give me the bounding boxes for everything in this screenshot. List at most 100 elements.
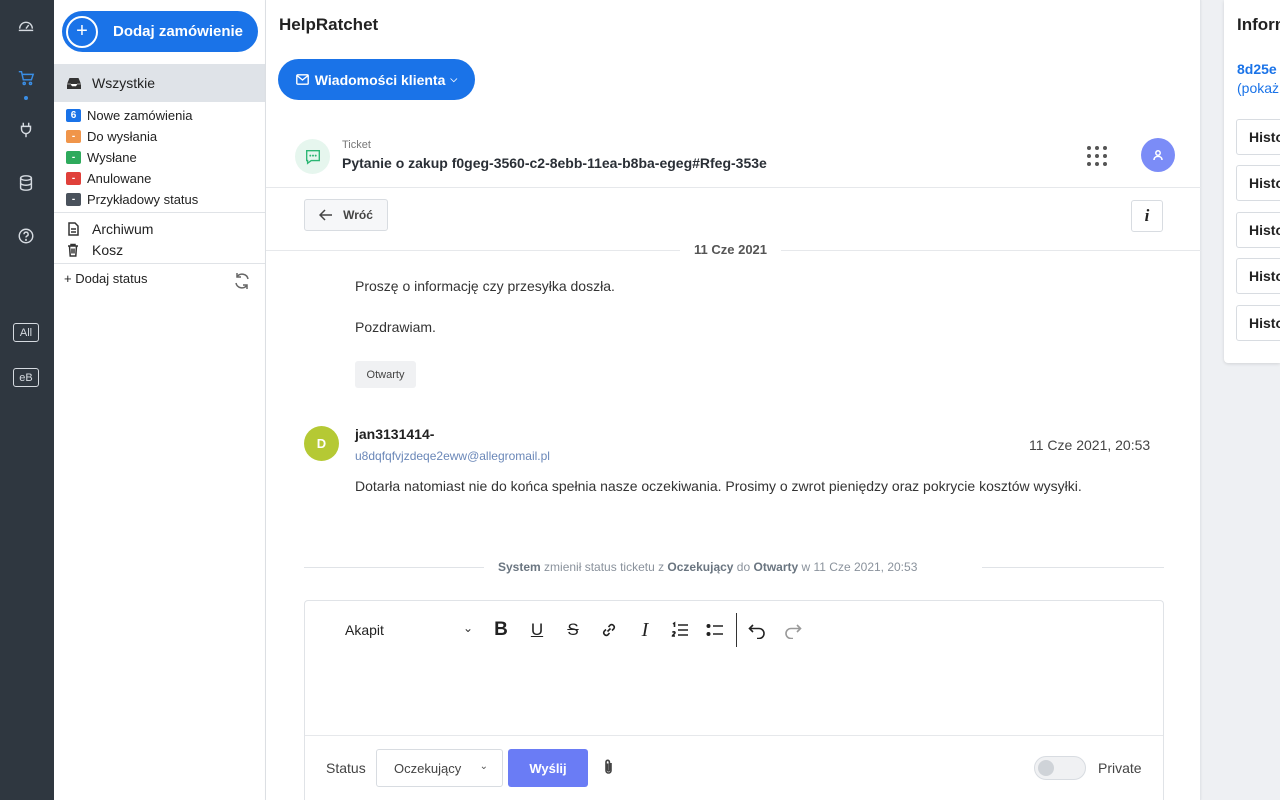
- bullet-list-icon: [706, 623, 723, 637]
- bold-button[interactable]: B: [490, 619, 512, 641]
- editor-toolbar: Akapit ⌄ B U S I: [305, 601, 1163, 661]
- message-text: Dotarła natomiast nie do końca spełnia n…: [355, 478, 1082, 494]
- app-rail: All eB: [0, 0, 54, 800]
- history-button[interactable]: Histo: [1236, 212, 1280, 248]
- sidebar-item-trash[interactable]: Kosz: [66, 239, 153, 260]
- add-status-link[interactable]: + Dodaj status: [64, 271, 147, 286]
- marketplace-eb-tag[interactable]: eB: [13, 368, 39, 387]
- status-badge: -: [66, 151, 81, 164]
- italic-button[interactable]: I: [634, 619, 656, 641]
- status-item-to-ship[interactable]: - Do wysłania: [66, 126, 198, 147]
- history-button[interactable]: Histo: [1236, 165, 1280, 201]
- date-divider: 11 Cze 2021: [680, 242, 782, 257]
- block-format-select[interactable]: Akapit ⌄: [345, 621, 473, 638]
- refresh-icon[interactable]: [232, 271, 252, 291]
- info-panel: Informacje 8d25e (pokaż Histo Histo Hist…: [1224, 0, 1280, 363]
- underline-button[interactable]: U: [526, 619, 548, 641]
- sidebar-item-archive[interactable]: Archiwum: [66, 218, 153, 239]
- status-tag: Otwarty: [355, 361, 416, 388]
- divider: [54, 212, 265, 213]
- archive-label: Archiwum: [92, 220, 154, 237]
- history-button[interactable]: Histo: [1236, 258, 1280, 294]
- status-badge: -: [66, 130, 81, 143]
- chevron-down-icon: ⌄: [462, 621, 473, 635]
- show-link[interactable]: (pokaż: [1237, 80, 1279, 96]
- database-icon[interactable]: [15, 172, 37, 194]
- chevron-down-icon: ⌄: [479, 761, 488, 772]
- status-select-value: Oczekujący: [394, 760, 462, 776]
- reply-editor: Akapit ⌄ B U S I Status Oczekujący ⌄ Wyś…: [304, 600, 1164, 800]
- link-icon: [602, 623, 616, 637]
- send-button[interactable]: Wyślij: [508, 749, 588, 787]
- ticket-panel: HelpRatchet Wiadomości klienta ⌵ Ticket …: [266, 0, 1201, 800]
- divider: [54, 263, 265, 264]
- back-button[interactable]: Wróć: [304, 199, 388, 231]
- message-timestamp: 11 Cze 2021, 20:53: [1029, 437, 1151, 453]
- active-indicator: [24, 96, 28, 100]
- archive-list: Archiwum Kosz: [66, 218, 153, 260]
- status-label: Wysłane: [87, 150, 137, 165]
- help-icon[interactable]: [15, 225, 37, 247]
- history-button[interactable]: Histo: [1236, 119, 1280, 155]
- redo-icon: [785, 624, 802, 639]
- ordered-list-icon: [671, 621, 688, 637]
- order-id-link[interactable]: 8d25e: [1237, 61, 1277, 77]
- status-item-example[interactable]: - Przykładowy status: [66, 189, 198, 210]
- page-title: HelpRatchet: [279, 15, 379, 34]
- message-text: Pozdrawiam.: [355, 319, 436, 335]
- dashboard-icon[interactable]: [15, 14, 37, 36]
- status-item-new[interactable]: 6 Nowe zamówienia: [66, 105, 198, 126]
- trash-icon: [68, 243, 78, 257]
- divider: [305, 735, 1163, 736]
- sender-email[interactable]: u8dqfqfvjzdeqe2eww@allegromail.pl: [355, 449, 550, 463]
- arrow-left-icon: [319, 209, 333, 221]
- redo-button[interactable]: [782, 619, 804, 641]
- status-label: Nowe zamówienia: [87, 108, 193, 123]
- sender-avatar: D: [304, 426, 339, 461]
- status-select[interactable]: Oczekujący ⌄: [376, 749, 503, 787]
- assignee-avatar[interactable]: [1141, 138, 1175, 172]
- sidebar-item-all[interactable]: Wszystkie: [54, 64, 265, 102]
- apps-grid-icon[interactable]: [1087, 146, 1107, 166]
- chevron-down-icon: ⌵: [450, 74, 458, 84]
- message-text: Proszę o informację czy przesyłka doszła…: [355, 278, 615, 294]
- status-badge: 6: [66, 109, 81, 122]
- block-format-value: Akapit: [345, 622, 384, 638]
- ticket-label: Ticket: [342, 139, 371, 151]
- history-button[interactable]: Histo: [1236, 305, 1280, 341]
- back-label: Wróć: [343, 208, 373, 222]
- link-button[interactable]: [598, 619, 620, 641]
- status-list: 6 Nowe zamówienia - Do wysłania - Wysłan…: [66, 105, 198, 210]
- toolbar-divider: [736, 613, 737, 647]
- marketplace-all-tag[interactable]: All: [13, 323, 39, 342]
- ticket-title: Pytanie o zakup f0geg-3560-c2-8ebb-11ea-…: [342, 155, 767, 171]
- attachment-icon[interactable]: [601, 758, 619, 776]
- divider: [266, 187, 1201, 188]
- private-toggle[interactable]: [1034, 756, 1086, 780]
- customer-messages-label: Wiadomości klienta: [314, 71, 446, 88]
- undo-icon: [748, 624, 765, 639]
- orders-sidebar: + Dodaj zamówienie Wszystkie 6 Nowe zamó…: [54, 0, 266, 800]
- system-divider-line: [982, 567, 1164, 568]
- add-order-label: Dodaj zamówienie: [113, 23, 244, 40]
- info-panel-title: Informacje: [1237, 15, 1280, 34]
- ordered-list-button[interactable]: [669, 619, 691, 641]
- document-icon: [68, 221, 79, 236]
- cart-icon[interactable]: [15, 67, 37, 89]
- status-item-shipped[interactable]: - Wysłane: [66, 147, 198, 168]
- private-label: Private: [1098, 760, 1142, 776]
- system-event: System zmienił status ticketu z Oczekują…: [498, 560, 918, 574]
- status-item-cancelled[interactable]: - Anulowane: [66, 168, 198, 189]
- info-button[interactable]: i: [1131, 200, 1163, 232]
- status-label: Anulowane: [87, 171, 152, 186]
- undo-button[interactable]: [746, 619, 768, 641]
- plug-icon[interactable]: [15, 119, 37, 141]
- user-icon: [1153, 150, 1163, 161]
- strikethrough-button[interactable]: S: [562, 619, 584, 641]
- status-label: Do wysłania: [87, 129, 158, 144]
- chat-icon: [295, 139, 330, 174]
- sender-name: jan3131414-: [355, 426, 435, 442]
- customer-messages-dropdown[interactable]: Wiadomości klienta ⌵: [278, 59, 475, 100]
- add-order-button[interactable]: + Dodaj zamówienie: [62, 11, 258, 52]
- bullet-list-button[interactable]: [704, 619, 726, 641]
